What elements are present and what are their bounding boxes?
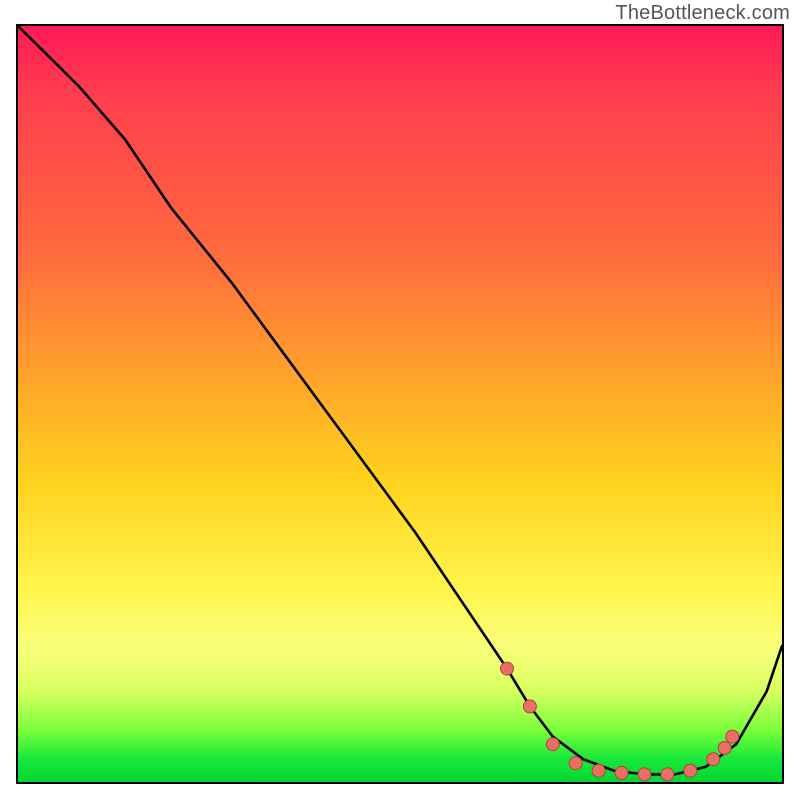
marker-dot xyxy=(592,764,605,777)
marker-dot xyxy=(501,662,514,675)
marker-dot xyxy=(638,768,651,781)
chart-svg xyxy=(18,26,782,782)
marker-dot xyxy=(569,757,582,770)
marker-dot xyxy=(707,753,720,766)
marker-dot xyxy=(546,738,559,751)
bottleneck-curve xyxy=(18,26,782,774)
marker-dot xyxy=(684,764,697,777)
marker-dot xyxy=(718,742,731,755)
marker-dot xyxy=(726,730,739,743)
marker-dots xyxy=(501,662,739,781)
chart-container: TheBottleneck.com xyxy=(0,0,800,800)
marker-dot xyxy=(523,700,536,713)
plot-area xyxy=(16,24,784,784)
attribution-text: TheBottleneck.com xyxy=(615,2,790,25)
marker-dot xyxy=(661,768,674,781)
marker-dot xyxy=(615,766,628,779)
